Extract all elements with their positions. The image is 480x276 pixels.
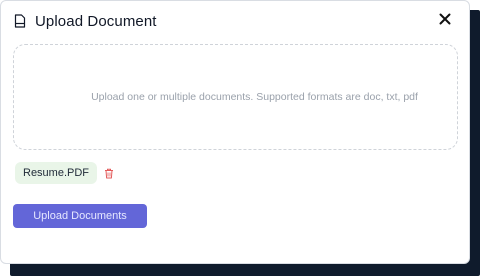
upload-dropzone[interactable]: Upload one or multiple documents. Suppor… (13, 44, 458, 150)
modal-title: Upload Document (35, 12, 157, 30)
modal-header: Upload Document (13, 11, 455, 31)
close-icon[interactable] (439, 12, 451, 30)
file-list-item: Resume.PDF (15, 162, 114, 184)
upload-document-modal: Upload Document Upload one or multiple d… (0, 0, 470, 264)
trash-icon[interactable] (104, 167, 114, 179)
upload-documents-button[interactable]: Upload Documents (13, 204, 147, 228)
document-icon (13, 13, 27, 29)
dropzone-hint: Upload one or multiple documents. Suppor… (91, 91, 418, 103)
file-chip: Resume.PDF (15, 162, 98, 184)
close-button[interactable] (435, 11, 455, 31)
